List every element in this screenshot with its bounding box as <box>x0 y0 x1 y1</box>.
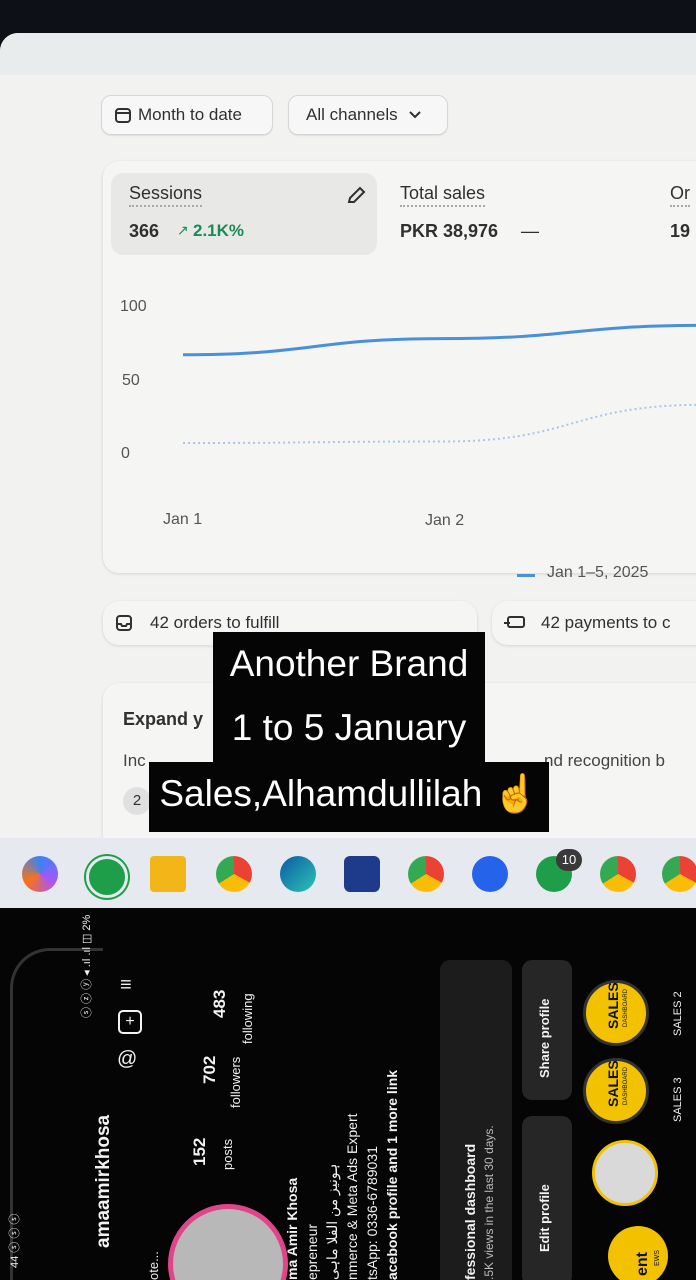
metrics-card: Sessions 366 ↗ 2.1K% Total sales PKR 38,… <box>103 161 696 581</box>
sessions-tile[interactable]: Sessions 366 ↗ 2.1K% <box>111 173 377 255</box>
story-caption-line1: Another Brand <box>213 632 485 700</box>
phone-status-bar: ⓢ ⓩ ⓨ ◂ .ıl .ıl ◫ 2% <box>81 914 93 1018</box>
posts-count: 152 <box>190 1137 209 1166</box>
followers-count: 702 <box>200 1055 219 1084</box>
chrome-icon-3[interactable] <box>662 856 696 892</box>
date-range-button[interactable]: Month to date <box>101 95 273 135</box>
browser-top-bar <box>0 33 696 75</box>
x-tick-jan2: Jan 2 <box>425 512 465 529</box>
chevron-down-icon <box>408 111 421 119</box>
followers-label: followers <box>228 1056 243 1108</box>
channels-button[interactable]: All channels <box>288 95 448 135</box>
story-highlight-sales[interactable]: SALES DASHBOARD <box>583 980 649 1046</box>
story-sales2-sub: DASHBOARD <box>623 1066 629 1105</box>
file-explorer-icon[interactable] <box>150 856 186 892</box>
copilot-icon[interactable] <box>22 856 58 892</box>
chrome-profile-icon[interactable] <box>408 856 444 892</box>
story-label-sales3: SALES 3 <box>672 1077 684 1122</box>
phone-time: 44 ⓢ ⓢ ⓢ <box>9 1213 21 1268</box>
total-sales-value: PKR 38,976 <box>400 221 499 241</box>
professional-dashboard-card[interactable]: fessional dashboard .5K views in the las… <box>440 960 512 1280</box>
threads-icon[interactable]: @ <box>117 1048 141 1072</box>
y-tick-0: 0 <box>121 445 130 462</box>
y-tick-50: 50 <box>122 372 140 389</box>
story-caption-line2: 1 to 5 January <box>213 696 485 764</box>
story-sales2-text: SALES <box>605 1060 621 1107</box>
channels-label: All channels <box>306 105 398 124</box>
legend-line-icon <box>517 574 535 577</box>
posts-label: posts <box>220 1138 235 1170</box>
story-ews-text: EWS <box>654 1250 661 1266</box>
payments-task-label: 42 payments to c <box>541 613 671 632</box>
story-caption-line3: Sales,Alhamdullilah ☝️ <box>149 762 549 832</box>
total-sales-trend: — <box>521 221 539 241</box>
whatsapp-icon[interactable] <box>86 856 128 898</box>
story-ent-text: ent <box>634 1252 651 1276</box>
pro-dashboard-views: .5K views in the last 30 days. <box>482 1125 496 1280</box>
edge-icon[interactable] <box>280 856 316 892</box>
series-line-current <box>182 323 696 357</box>
date-range-label: Month to date <box>138 105 242 124</box>
story-highlight-sales-2[interactable]: SALES DASHBOARD <box>583 1058 649 1124</box>
series-line-comparison <box>182 403 696 444</box>
expand-text-right: nd recognition b <box>544 751 665 770</box>
bio-name: ma Amir Khosa <box>284 1177 300 1280</box>
profile-username: amaamirkhosa <box>93 1114 114 1248</box>
bio-whatsapp: tsApp: 0336-6789031 <box>364 1146 380 1280</box>
profile-avatar[interactable] <box>168 1204 288 1280</box>
sessions-value: 366 <box>129 221 160 241</box>
story-label-sales2: SALES 2 <box>672 991 684 1036</box>
edit-profile-label: Edit profile <box>537 1184 552 1252</box>
trend-up-icon: ↗ <box>177 222 189 238</box>
sessions-line-chart <box>182 323 696 444</box>
sessions-label: Sessions <box>129 183 203 207</box>
share-profile-label: Share profile <box>537 998 552 1078</box>
x-tick-jan1: Jan 1 <box>163 511 203 528</box>
bio-title: epreneur <box>304 1223 320 1280</box>
pencil-icon[interactable] <box>345 185 367 207</box>
calendar-icon <box>115 108 131 123</box>
notification-badge: 10 <box>556 849 582 871</box>
note-text: ote... <box>146 1251 161 1280</box>
phone-screen: ⓢ ⓩ ⓨ ◂ .ıl .ıl ◫ 2% 44 ⓢ ⓢ ⓢ ≡ + @ amaa… <box>0 908 696 1280</box>
pro-dashboard-title: fessional dashboard <box>462 1143 478 1280</box>
bio-arabic: ہونیز من الفلا ماہی <box>324 1163 340 1280</box>
expand-text-left: Inc <box>123 751 146 770</box>
sessions-trend: 2.1K% <box>193 221 245 240</box>
menu-icon[interactable]: ≡ <box>120 974 142 996</box>
story-sales-text: SALES <box>605 982 621 1029</box>
chrome-icon[interactable] <box>216 856 252 892</box>
legend-label: Jan 1–5, 2025 <box>547 564 649 581</box>
inbox-icon <box>116 615 132 631</box>
chrome-icon-2[interactable] <box>600 856 636 892</box>
story-highlight-4[interactable]: ent EWS <box>608 1226 668 1280</box>
browser-icon[interactable] <box>472 856 508 892</box>
y-tick-100: 100 <box>120 298 147 315</box>
orders-task-label: 42 orders to fulfill <box>150 613 280 632</box>
expand-badge: 2 <box>123 787 151 815</box>
payments-task-card[interactable]: 42 payments to c <box>492 601 696 645</box>
story-sales-sub: DASHBOARD <box>623 988 629 1027</box>
bio-links[interactable]: acebook profile and 1 more link <box>384 1070 400 1280</box>
edit-profile-button[interactable]: Edit profile <box>522 1116 572 1280</box>
following-count: 483 <box>210 989 229 1018</box>
orders-value: 19 <box>670 221 691 241</box>
following-label: following <box>240 993 255 1044</box>
bio-expertise: nmerce & Meta Ads Expert <box>344 1113 360 1280</box>
payment-icon <box>504 616 525 628</box>
add-post-icon[interactable]: + <box>118 1010 142 1034</box>
windows-taskbar: 10 <box>0 838 696 908</box>
expand-title: Expand y <box>123 709 204 729</box>
orders-label: Or <box>670 183 690 207</box>
store-icon[interactable] <box>344 856 380 892</box>
share-profile-button[interactable]: Share profile <box>522 960 572 1100</box>
story-highlight-3[interactable] <box>592 1140 658 1206</box>
total-sales-label: Total sales <box>400 183 486 207</box>
